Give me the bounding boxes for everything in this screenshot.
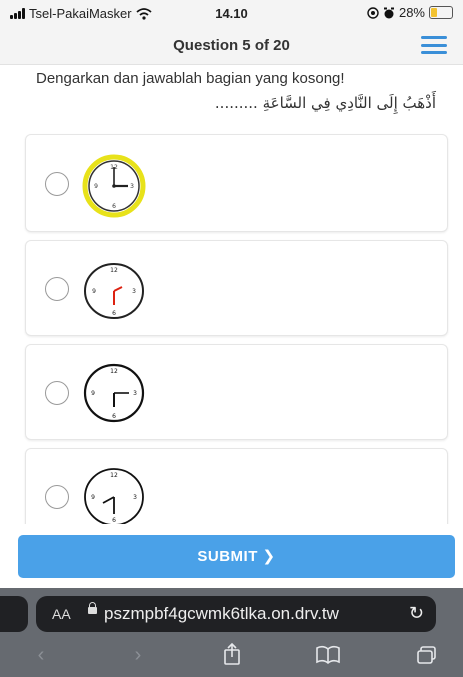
svg-text:12: 12 (110, 368, 118, 375)
browser-toolbar: ‹ › (0, 640, 463, 676)
clock-icon: 12369 (82, 154, 146, 218)
clock-icon: 12 3 6 9 (84, 468, 144, 526)
svg-text:3: 3 (133, 494, 137, 501)
share-icon[interactable] (217, 642, 247, 666)
svg-text:3: 3 (132, 288, 136, 295)
svg-text:3: 3 (133, 390, 137, 397)
answer-option-1[interactable]: 12369 (25, 134, 448, 232)
radio-button[interactable] (45, 277, 69, 301)
lock-icon (88, 602, 97, 614)
svg-text:6: 6 (112, 203, 116, 210)
submit-area: SUBMIT ❯ (0, 524, 463, 588)
battery-percent: 28% (398, 5, 425, 20)
clock-icon: 12 3 6 9 (83, 363, 145, 423)
svg-text:9: 9 (91, 390, 95, 397)
svg-text:6: 6 (112, 310, 116, 317)
question-arabic-text: أَذْهَبُ إِلَى النَّادِي فِي السَّاعَةِ … (214, 94, 436, 112)
location-icon (367, 6, 379, 19)
previous-tab-edge[interactable] (0, 596, 28, 632)
radio-button[interactable] (45, 485, 69, 509)
status-right: 28% (367, 5, 453, 20)
status-bar: Tsel-PakaiMasker 14.10 28% (0, 0, 463, 26)
submit-button[interactable]: SUBMIT ❯ (18, 535, 455, 578)
svg-text:12: 12 (110, 267, 118, 274)
url-text[interactable]: pszmpbf4gcwmk6tlka.on.drv.tw (104, 604, 339, 624)
svg-text:9: 9 (92, 288, 96, 295)
question-counter: Question 5 of 20 (173, 37, 290, 54)
radio-button[interactable] (45, 172, 69, 196)
text-size-button[interactable]: AA (52, 606, 71, 622)
radio-button[interactable] (45, 381, 69, 405)
question-prompt: Dengarkan dan jawablah bagian yang koson… (36, 70, 345, 87)
svg-text:9: 9 (94, 183, 98, 190)
svg-text:3: 3 (130, 183, 134, 190)
svg-text:6: 6 (112, 517, 116, 524)
answer-option-3[interactable]: 12 3 6 9 (25, 344, 448, 440)
answer-option-2[interactable]: 12 3 6 9 (25, 240, 448, 336)
svg-text:9: 9 (91, 494, 95, 501)
svg-text:12: 12 (110, 472, 118, 479)
reload-icon[interactable]: ↻ (409, 603, 424, 624)
svg-text:6: 6 (112, 413, 116, 420)
battery-icon (429, 6, 453, 19)
forward-icon[interactable]: › (123, 644, 153, 667)
browser-chrome: AA pszmpbf4gcwmk6tlka.on.drv.tw ↻ ‹ › (0, 588, 463, 677)
back-icon[interactable]: ‹ (26, 644, 56, 667)
quiz-header: Question 5 of 20 (0, 26, 463, 65)
clock-icon: 12 3 6 9 (84, 263, 144, 319)
address-bar[interactable]: AA pszmpbf4gcwmk6tlka.on.drv.tw ↻ (36, 596, 436, 632)
alarm-icon (383, 7, 394, 18)
tabs-icon[interactable] (412, 644, 442, 666)
hamburger-menu-icon[interactable] (421, 36, 447, 54)
bookmarks-icon[interactable] (313, 644, 343, 666)
